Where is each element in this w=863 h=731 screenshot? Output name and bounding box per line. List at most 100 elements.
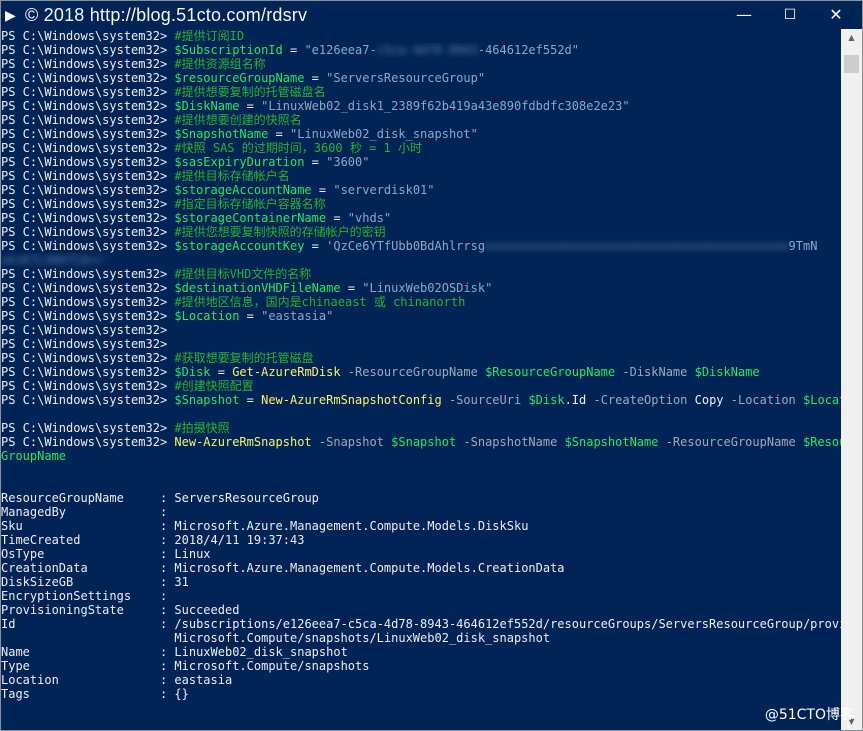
output-key: ManagedBy [1, 505, 160, 519]
operator: = [239, 99, 262, 113]
output-value: Microsoft.Compute/snapshots [174, 659, 370, 673]
powershell-icon: ▶ [5, 7, 16, 23]
parameter: -CreateOption [586, 393, 695, 407]
variable: $destinationVHDFileName [174, 281, 341, 295]
string: "LinuxWeb02_disk_snapshot" [290, 127, 478, 141]
output-key: DiskSizeGB [1, 575, 160, 589]
variable: $SnapshotName [564, 435, 659, 449]
prompt: PS C:\Windows\system32> [1, 169, 175, 183]
output-key: ResourceGroupName [1, 491, 160, 505]
parameter: -DiskName [615, 365, 695, 379]
output-row: Location : eastasia [1, 673, 841, 687]
string: "e126eea7- [304, 43, 377, 57]
console-line: PS C:\Windows\system32> #快照 SAS 的过期时间，36… [1, 141, 841, 155]
variable: $resourceGroupName [174, 71, 305, 85]
output-row: CreationData : Microsoft.Azure.Managemen… [1, 561, 841, 575]
cmdlet: New-AzureRmSnapshot [174, 435, 312, 449]
variable: $Disk [174, 365, 211, 379]
variable: $DiskName [174, 99, 240, 113]
operator: = [304, 155, 327, 169]
prompt: PS C:\Windows\system32> [1, 43, 175, 57]
output-separator: : [159, 575, 175, 589]
string: 'QzCe6YTfUbb0BdAhlrrsg [326, 239, 486, 253]
title-bar[interactable]: ▶ © 2018 http://blog.51cto.com/rdsrv — ☐… [1, 1, 862, 29]
member: .Id [564, 393, 587, 407]
output-value: 2018/4/11 19:37:43 [174, 533, 305, 547]
output-row: Id : /subscriptions/e126eea7-c5ca-4d78-8… [1, 617, 841, 631]
prompt: PS C:\Windows\system32> [1, 323, 175, 337]
output-separator: : [159, 491, 175, 505]
output-value: Linux [174, 547, 211, 561]
prompt: PS C:\Windows\system32> [1, 127, 175, 141]
console-output[interactable]: PS C:\Windows\system32> #提供订阅ID PS C:\Wi… [1, 29, 841, 730]
parameter: -ResourceGroupName [658, 435, 803, 449]
output-separator: : [159, 505, 168, 519]
output-value: LinuxWeb02_disk_snapshot [174, 645, 348, 659]
powershell-window: ▶ © 2018 http://blog.51cto.com/rdsrv — ☐… [0, 0, 863, 731]
prompt: PS C:\Windows\system32> [1, 211, 175, 225]
prompt: PS C:\Windows\system32> [1, 225, 175, 239]
console-line: PS C:\Windows\system32> #指定目标存储帐户容器名称 [1, 197, 841, 211]
output-separator: : [159, 659, 175, 673]
prompt: PS C:\Windows\system32> [1, 29, 175, 43]
string: "eastasia" [261, 309, 334, 323]
minimize-button[interactable]: — [721, 1, 767, 29]
scroll-up-icon[interactable]: ▲ [841, 29, 862, 46]
console-line: PS C:\Windows\system32> $SnapshotName = … [1, 127, 841, 141]
output-separator: : [159, 519, 175, 533]
output-value: Succeeded [174, 603, 240, 617]
console-line: GroupName [1, 449, 841, 463]
redacted-text: xxxxxxxxxxxxxxxxxxxxxxxxxxxxxxxxxxxxxxxx… [485, 239, 789, 253]
maximize-button[interactable]: ☐ [767, 1, 813, 29]
console-line: PS C:\Windows\system32> [1, 337, 841, 351]
output-separator: : [159, 673, 175, 687]
prompt: PS C:\Windows\system32> [1, 57, 175, 71]
output-value: Microsoft.Azure.Management.Compute.Model… [174, 519, 529, 533]
prompt: PS C:\Windows\system32> [1, 197, 175, 211]
output-key: Type [1, 659, 160, 673]
comment: #快照 SAS 的过期时间，3600 秒 = 1 小时 [174, 141, 422, 155]
redacted-text: xkiK7LSRATCQ==' [1, 253, 110, 267]
prompt: PS C:\Windows\system32> [1, 365, 175, 379]
output-key: OsType [1, 547, 160, 561]
variable: $storageAccountKey [174, 239, 305, 253]
prompt: PS C:\Windows\system32> [1, 351, 175, 365]
console-line: PS C:\Windows\system32> #提供您想要复制快照的存储帐户的… [1, 225, 841, 239]
operator: = [340, 281, 363, 295]
output-key: Id [1, 617, 160, 631]
console-line: PS C:\Windows\system32> #提供想要复制的托管磁盘名 [1, 85, 841, 99]
console-line: PS C:\Windows\system32> $Location = "eas… [1, 309, 841, 323]
operator: = [304, 239, 327, 253]
console-line: PS C:\Windows\system32> $sasExpiryDurati… [1, 155, 841, 169]
console-line: PS C:\Windows\system32> #创建快照配置 [1, 379, 841, 393]
operator: = [282, 43, 305, 57]
output-row: DiskSizeGB : 31 [1, 575, 841, 589]
prompt: PS C:\Windows\system32> [1, 379, 175, 393]
comment: #提供想要复制的托管磁盘名 [174, 85, 326, 99]
operator: = [326, 211, 348, 225]
variable: $storageAccountName [174, 183, 312, 197]
parameter: -SnapshotName [456, 435, 565, 449]
console-line: PS C:\Windows\system32> #提供资源组名称 [1, 57, 841, 71]
cmdlet: Get-AzureRmDisk [232, 365, 341, 379]
output-value: Microsoft.Azure.Management.Compute.Model… [174, 561, 565, 575]
scroll-thumb[interactable] [844, 55, 859, 73]
console-line: PS C:\Windows\system32> $SubscriptionId … [1, 43, 841, 57]
comment: #指定目标存储帐户容器名称 [174, 197, 326, 211]
comment: #提供目标VHD文件的名称 [174, 267, 312, 281]
close-button[interactable]: ✕ [813, 1, 859, 29]
output-row: TimeCreated : 2018/4/11 19:37:43 [1, 533, 841, 547]
prompt: PS C:\Windows\system32> [1, 155, 175, 169]
output-value: /subscriptions/e126eea7-c5ca-4d78-8943-4… [174, 617, 841, 631]
console-line: PS C:\Windows\system32> $DiskName = "Lin… [1, 99, 841, 113]
output-key: CreationData [1, 561, 160, 575]
output-row: OsType : Linux [1, 547, 841, 561]
command-output: ResourceGroupName : ServersResourceGroup… [1, 491, 841, 701]
output-value: ServersResourceGroup [174, 491, 319, 505]
console-line: PS C:\Windows\system32> $Disk = Get-Azur… [1, 365, 841, 379]
output-row: Microsoft.Compute/snapshots/LinuxWeb02_d… [1, 631, 841, 645]
operator: = [268, 127, 290, 141]
vertical-scrollbar[interactable]: ▲ ▼ [841, 29, 862, 730]
